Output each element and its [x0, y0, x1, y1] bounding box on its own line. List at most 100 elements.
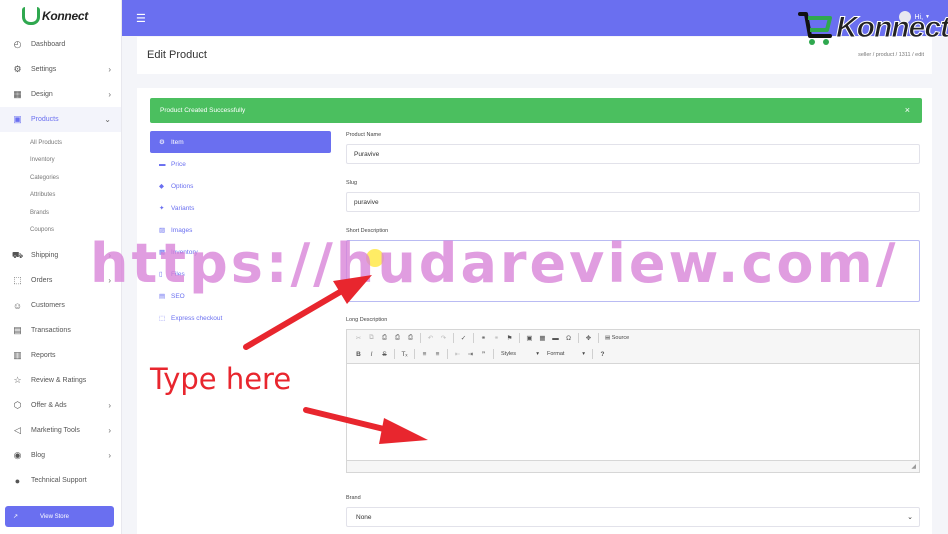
tags-icon: ◆	[159, 183, 164, 190]
sidebar-item-marketing-tools[interactable]: ◁ Marketing Tools ›	[0, 418, 121, 443]
tab-price[interactable]: ▬ Price	[150, 153, 331, 175]
remove-format-icon[interactable]: Tₓ	[399, 349, 410, 360]
alert-close-icon[interactable]: ×	[905, 105, 910, 115]
blog-icon: ◉	[13, 450, 22, 460]
cart-logo-icon	[22, 7, 40, 25]
styles-dropdown[interactable]: Styles ▾	[498, 351, 542, 357]
chevron-right-icon: ›	[108, 65, 111, 74]
variants-icon: ✦	[159, 205, 165, 212]
undo-icon[interactable]: ↶	[425, 333, 436, 344]
sidebar-item-dashboard[interactable]: ◴ Dashboard	[0, 32, 121, 57]
source-button[interactable]: ▤ Source	[603, 335, 631, 341]
sidebar-item-label: Dashboard	[31, 41, 66, 48]
paste-word-icon[interactable]: ⎙	[405, 333, 416, 344]
chevron-right-icon: ›	[108, 401, 111, 410]
watermark-logo-text: Konnect	[836, 11, 948, 45]
toolbar-separator	[519, 333, 520, 343]
paste-text-icon[interactable]: ⎙	[392, 333, 403, 344]
resize-grip-icon[interactable]: ◢	[911, 463, 916, 470]
sidebar-item-offer-and-ads[interactable]: ⬡ Offer & Ads ›	[0, 393, 121, 418]
horizontal-line-icon[interactable]: ▬	[550, 333, 561, 344]
indent-icon[interactable]: ⇥	[465, 349, 476, 360]
tab-options[interactable]: ◆ Options	[150, 175, 331, 197]
image-icon[interactable]: ▣	[524, 333, 535, 344]
unlink-icon[interactable]: ⚭	[491, 333, 502, 344]
page-title: Edit Product	[147, 49, 207, 61]
sidebar-item-label: Design	[31, 91, 53, 98]
special-char-icon[interactable]: Ω	[563, 333, 574, 344]
layout-icon: ▦	[13, 89, 22, 99]
product-tabs: ⚙ Item ▬ Price ◆ Options ✦ Variants ▨ Images ▩ Inve…	[150, 131, 331, 329]
chevron-down-icon: ⌄	[104, 115, 111, 124]
brand-label: Brand	[346, 495, 361, 501]
table-icon[interactable]: ▦	[537, 333, 548, 344]
maximize-icon[interactable]: ✥	[583, 333, 594, 344]
submenu-item-brands[interactable]: Brands	[0, 204, 121, 222]
bold-icon[interactable]: B	[353, 349, 364, 360]
toolbar-separator	[394, 349, 395, 359]
brand-select[interactable]: None ⌄	[346, 507, 920, 527]
sidebar-item-review-and-ratings[interactable]: ☆ Review & Ratings	[0, 368, 121, 393]
copy-icon[interactable]: ⧉	[366, 333, 377, 344]
toolbar-separator	[473, 333, 474, 343]
outdent-icon[interactable]: ⇤	[452, 349, 463, 360]
brand-name: Konnect	[42, 9, 88, 23]
long-description-group: Long Description ✂ ⧉ ⎙ ⎙ ⎙ ↶ ↷ ✓ ⚭ ⚭ ⚑ ▣…	[346, 317, 920, 473]
tab-item[interactable]: ⚙ Item	[150, 131, 331, 153]
money-icon: ▤	[13, 325, 22, 335]
gear-icon: ⚙	[13, 64, 22, 74]
sidebar-item-products[interactable]: ▣ Products ⌄	[0, 107, 121, 132]
sidebar-item-design[interactable]: ▦ Design ›	[0, 82, 121, 107]
blockquote-icon[interactable]: ”	[478, 349, 489, 360]
brand-logo[interactable]: Konnect	[0, 0, 121, 32]
sidebar-item-reports[interactable]: ▥ Reports	[0, 343, 121, 368]
sidebar-item-customers[interactable]: ☺ Customers	[0, 293, 121, 318]
submenu-item-categories[interactable]: Categories	[0, 169, 121, 187]
styles-label: Styles	[501, 351, 516, 357]
long-description-editor-area[interactable]	[347, 363, 919, 461]
italic-icon[interactable]: I	[366, 349, 377, 360]
annotation-text: Type here	[150, 362, 292, 396]
person-icon: ●	[14, 475, 21, 486]
redo-icon[interactable]: ↷	[438, 333, 449, 344]
toolbar-separator	[420, 333, 421, 343]
submenu-item-all-products[interactable]: All Products	[0, 134, 121, 152]
source-label: Source	[611, 335, 630, 341]
sidebar-item-blog[interactable]: ◉ Blog ›	[0, 443, 121, 468]
view-store-button[interactable]: ↗ View Store	[5, 506, 114, 527]
sidebar-item-settings[interactable]: ⚙ Settings ›	[0, 57, 121, 82]
sidebar-item-label: Reports	[31, 352, 56, 359]
toolbar-separator	[598, 333, 599, 343]
sidebar-item-label: Technical Support	[31, 477, 87, 484]
sidebar-item-label: Blog	[31, 452, 46, 459]
tab-label: Price	[171, 160, 186, 168]
cut-icon[interactable]: ✂	[353, 333, 364, 344]
product-name-label: Product Name	[346, 132, 382, 138]
bulleted-list-icon[interactable]: ≡	[432, 349, 443, 360]
help-icon[interactable]: ?	[597, 349, 608, 360]
anchor-flag-icon[interactable]: ⚑	[504, 333, 515, 344]
toolbar-separator	[493, 349, 494, 359]
sidebar-item-transactions[interactable]: ▤ Transactions	[0, 318, 121, 343]
sidebar-item-label: Settings	[31, 66, 57, 73]
sidebar-item-technical-support[interactable]: ● Technical Support	[0, 468, 121, 493]
submenu-item-inventory[interactable]: Inventory	[0, 152, 121, 170]
paste-icon[interactable]: ⎙	[379, 333, 390, 344]
editor-footer: ◢	[347, 461, 919, 471]
strikethrough-icon[interactable]: S	[379, 349, 390, 360]
submenu-item-attributes[interactable]: Attributes	[0, 187, 121, 205]
sidebar-item-label: Transactions	[31, 327, 71, 334]
numbered-list-icon[interactable]: ≡	[419, 349, 430, 360]
tab-variants[interactable]: ✦ Variants	[150, 197, 331, 219]
format-dropdown[interactable]: Format ▾	[544, 351, 588, 357]
slug-input[interactable]: puravive	[346, 192, 920, 212]
tab-label: Item	[171, 138, 184, 146]
tab-express-checkout[interactable]: ⬚ Express checkout	[150, 307, 331, 329]
source-icon: ▤	[605, 335, 612, 341]
hamburger-menu-icon[interactable]: ☰	[136, 12, 146, 25]
cart-icon: ⬚	[13, 275, 22, 285]
editor-toolbar-row-1: ✂ ⧉ ⎙ ⎙ ⎙ ↶ ↷ ✓ ⚭ ⚭ ⚑ ▣ ▦ ▬ Ω ✥ ▤ Source	[347, 330, 919, 346]
link-icon[interactable]: ⚭	[478, 333, 489, 344]
spellcheck-icon[interactable]: ✓	[458, 333, 469, 344]
product-name-input[interactable]: Puravive	[346, 144, 920, 164]
